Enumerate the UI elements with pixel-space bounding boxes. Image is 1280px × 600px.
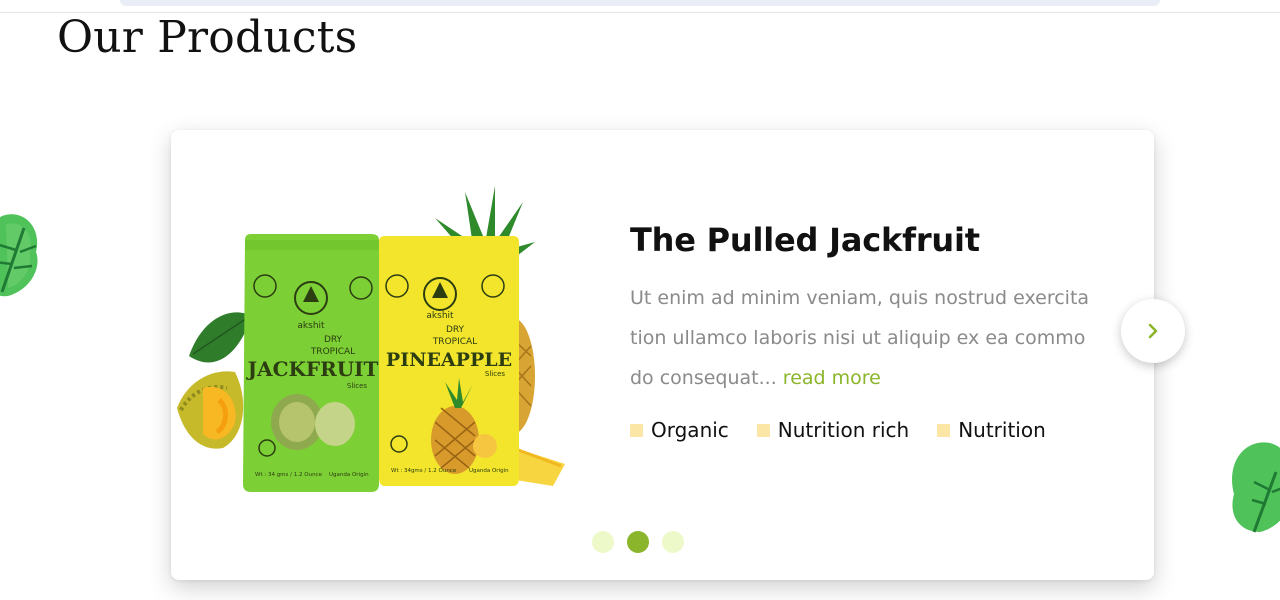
feature-item: Nutrition rich bbox=[756, 418, 910, 442]
feature-item: Nutrition bbox=[937, 418, 1046, 442]
package-sub: Slices bbox=[347, 382, 367, 390]
package-name: JACKFRUIT bbox=[246, 357, 379, 381]
feature-item: Organic bbox=[630, 418, 729, 442]
package-origin: Uganda Origin bbox=[329, 472, 369, 478]
feature-bullet-icon bbox=[756, 423, 770, 437]
page: Our Products akshit DRY TROPICAL JACKFRU… bbox=[0, 0, 1280, 600]
package-sub: Slices bbox=[485, 370, 505, 378]
carousel-dot-3[interactable] bbox=[662, 531, 684, 553]
package-line1: DRY bbox=[446, 325, 465, 335]
package-weight: Wt : 34 gms / 1.2 Ounce bbox=[255, 472, 323, 478]
package-origin: Uganda Origin bbox=[469, 468, 509, 474]
feature-bullet-icon bbox=[630, 423, 643, 437]
feature-label: Nutrition bbox=[958, 418, 1046, 442]
carousel-pagination bbox=[592, 531, 697, 553]
package-line2: TROPICAL bbox=[432, 337, 477, 347]
svg-text:akshit: akshit bbox=[426, 311, 454, 321]
section-title: Our Products bbox=[57, 12, 358, 63]
carousel-dot-1[interactable] bbox=[592, 531, 614, 553]
feature-bullet-icon bbox=[937, 423, 951, 437]
product-image: akshit DRY TROPICAL JACKFRUIT Slices Wt … bbox=[177, 186, 565, 492]
svg-text:akshit: akshit bbox=[297, 321, 325, 331]
feature-label: Organic bbox=[651, 418, 729, 442]
product-info: The Pulled Jackfruit Ut enim ad minim ve… bbox=[630, 218, 1100, 442]
chevron-right-icon bbox=[1148, 323, 1158, 339]
leaf-icon bbox=[0, 214, 38, 297]
feature-label: Nutrition rich bbox=[777, 418, 910, 442]
product-description: Ut enim ad minim veniam, quis nostrud ex… bbox=[630, 278, 1090, 398]
package-line1: DRY bbox=[324, 335, 343, 345]
leaf-icon bbox=[1232, 442, 1280, 533]
top-search-bar[interactable] bbox=[120, 0, 1160, 6]
next-slide-button[interactable] bbox=[1121, 299, 1185, 363]
package-weight: Wt : 34gms / 1.2 Ounce bbox=[391, 468, 457, 474]
product-card: akshit DRY TROPICAL JACKFRUIT Slices Wt … bbox=[171, 130, 1154, 580]
carousel-dot-2[interactable] bbox=[627, 531, 649, 553]
package-line2: TROPICAL bbox=[310, 347, 355, 357]
pineapple-package: akshit DRY TROPICAL PINEAPPLE Slices Wt … bbox=[379, 236, 519, 486]
package-name: PINEAPPLE bbox=[386, 349, 512, 371]
product-title: The Pulled Jackfruit bbox=[630, 221, 980, 259]
jackfruit-package: akshit DRY TROPICAL JACKFRUIT Slices Wt … bbox=[243, 234, 379, 492]
feature-list: Organic Nutrition rich Nutrition bbox=[630, 418, 1100, 442]
read-more-link[interactable]: read more bbox=[783, 367, 881, 389]
